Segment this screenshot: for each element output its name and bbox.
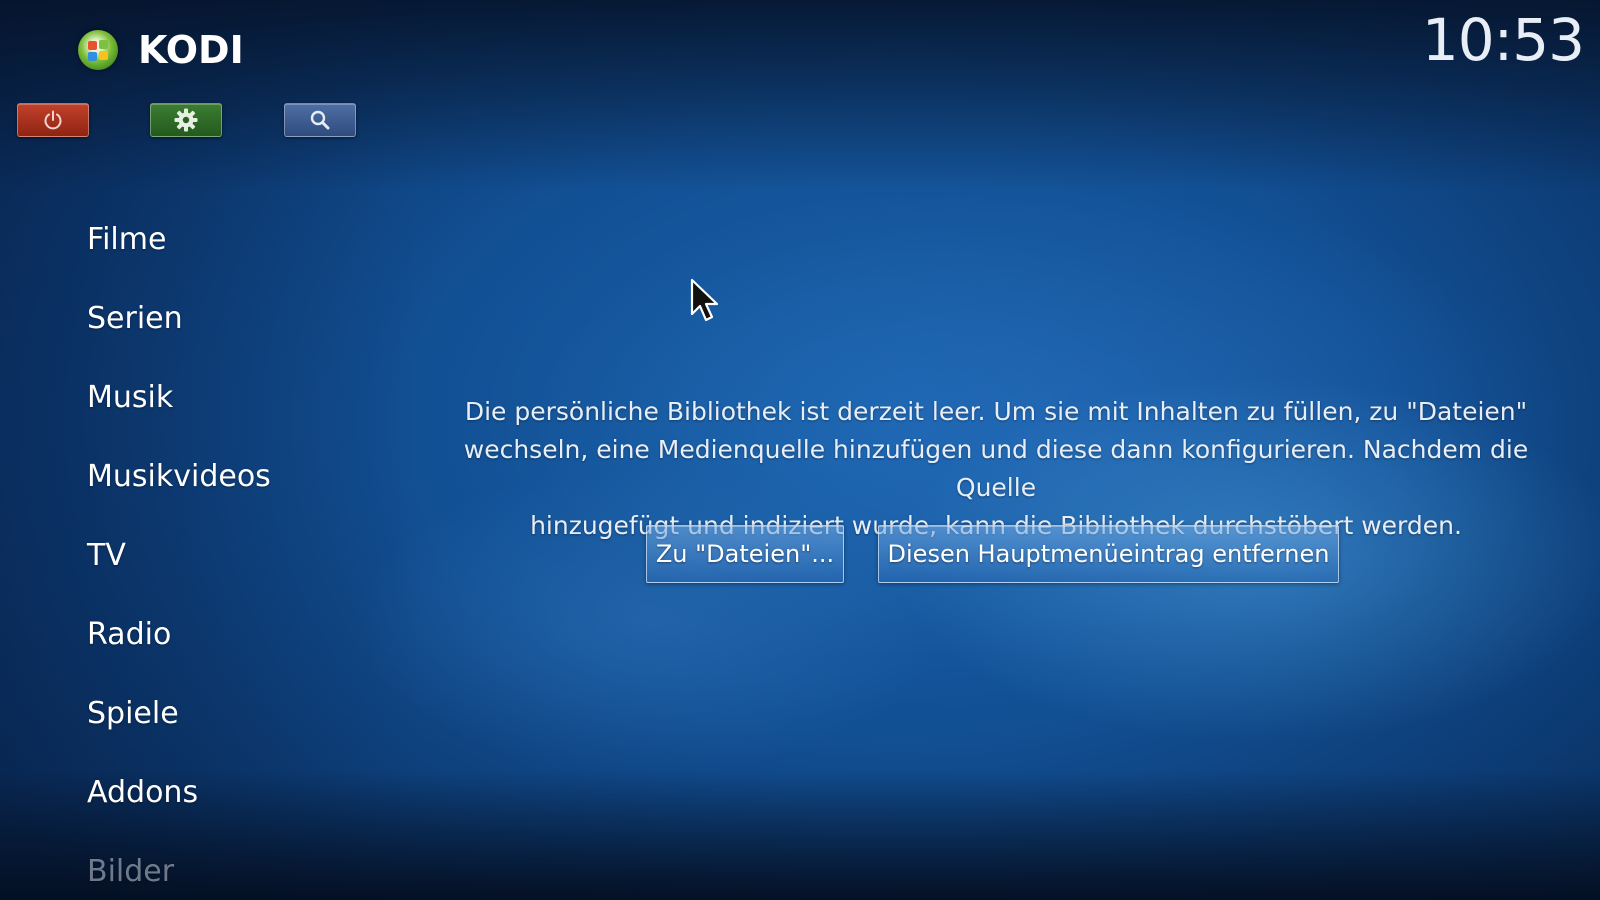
kodi-home-screen: KODI 10:53 Filme Serien Musik Musikvideo… xyxy=(0,0,1600,900)
menu-item-serien[interactable]: Serien xyxy=(87,294,271,373)
menu-item-radio[interactable]: Radio xyxy=(87,610,271,689)
mouse-cursor-icon xyxy=(690,278,719,322)
kodi-logo: KODI xyxy=(78,28,244,72)
kodi-orb-icon xyxy=(78,30,118,70)
menu-item-filme[interactable]: Filme xyxy=(87,215,271,294)
menu-item-musikvideos[interactable]: Musikvideos xyxy=(87,452,271,531)
menu-item-spiele[interactable]: Spiele xyxy=(87,689,271,768)
menu-item-tv[interactable]: TV xyxy=(87,531,271,610)
message-line: wechseln, eine Medienquelle hinzufügen u… xyxy=(463,435,1529,502)
power-button[interactable] xyxy=(17,103,89,137)
menu-item-musik[interactable]: Musik xyxy=(87,373,271,452)
gear-icon xyxy=(174,108,198,132)
menu-item-addons[interactable]: Addons xyxy=(87,768,271,847)
power-icon xyxy=(44,110,62,130)
menu-item-bilder[interactable]: Bilder xyxy=(87,847,271,900)
clock: 10:53 xyxy=(1421,6,1585,74)
remove-menu-entry-button[interactable]: Diesen Hauptmenüeintrag entfernen xyxy=(878,525,1339,583)
settings-button[interactable] xyxy=(150,103,222,137)
empty-library-message: Die persönliche Bibliothek ist derzeit l… xyxy=(420,393,1572,545)
main-menu: Filme Serien Musik Musikvideos TV Radio … xyxy=(87,215,271,900)
goto-files-button[interactable]: Zu "Dateien"... xyxy=(646,525,844,583)
message-line: Die persönliche Bibliothek ist derzeit l… xyxy=(464,397,1528,426)
search-icon xyxy=(310,110,330,130)
search-button[interactable] xyxy=(284,103,356,137)
app-title: KODI xyxy=(138,28,244,72)
